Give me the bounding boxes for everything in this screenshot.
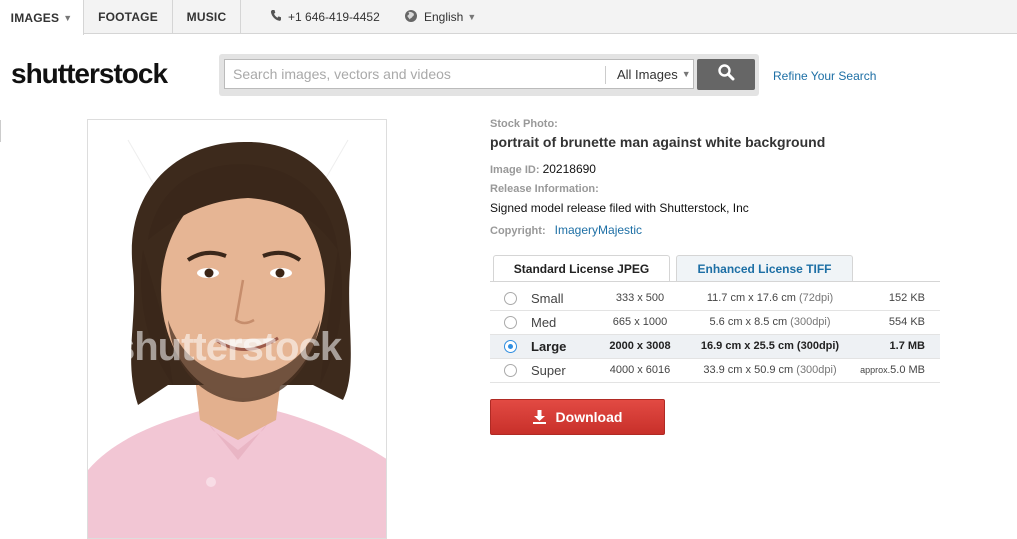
top-nav-bar: IMAGES ▼ FOOTAGE MUSIC +1 646-419-4452 E… [0,0,1017,35]
size-dimensions: 11.7 cm x 17.6 cm (72dpi) [695,292,845,304]
download-label: Download [555,409,623,425]
search-icon [717,63,735,86]
chevron-down-icon: ▼ [63,12,73,23]
category-dropdown[interactable]: All Images ▼ [617,60,691,88]
size-name: Super [531,363,566,378]
size-radio-selected[interactable] [504,340,517,353]
download-button[interactable]: Download [490,399,665,435]
size-name: Med [531,315,557,330]
release-info-text: Signed model release filed with Shutters… [490,201,749,215]
approx-label: approx. [860,365,891,375]
stock-photo[interactable]: shutterstock [87,119,387,539]
tab-enhanced-license[interactable]: Enhanced License TIFF [676,255,853,281]
search-field-container: All Images ▼ [224,59,694,89]
chevron-down-icon: ▼ [467,12,477,22]
image-id-label: Image ID: [490,164,540,176]
copyright-row: Copyright: ImageryMajestic [490,223,642,237]
size-dpi: (300dpi) [790,316,831,328]
size-pixels: 4000 x 6016 [609,364,671,376]
image-title: portrait of brunette man against white b… [490,134,826,150]
chevron-down-icon: ▼ [681,69,691,79]
download-icon [532,410,546,424]
size-cm: 11.7 cm x 17.6 cm [706,292,796,304]
search-input[interactable] [225,60,611,88]
language-label: English [424,10,464,24]
size-cm: 33.9 cm x 50.9 cm [703,364,794,376]
search-button[interactable] [697,59,755,90]
size-name: Small [531,291,564,306]
watermark-text: shutterstock [113,325,343,369]
size-pixels: 333 x 500 [615,292,665,304]
search-divider [605,66,606,84]
size-dpi: (72dpi) [798,292,834,304]
phone-number: +1 646-419-4452 [288,10,380,24]
size-name: Large [531,339,567,354]
size-dpi: (300dpi) [796,340,840,352]
size-filesize: 5.0 MB [890,364,925,376]
tab-images[interactable]: IMAGES ▼ [0,0,84,35]
size-filesize: 152 KB [888,292,925,304]
size-row-small[interactable]: Small 333 x 500 11.7 cm x 17.6 cm (72dpi… [490,287,940,311]
size-cm: 16.9 cm x 25.5 cm [700,340,794,352]
copyright-label: Copyright: [490,225,546,237]
left-edge-divider [0,120,1,142]
size-filesize: 554 KB [888,316,925,328]
stock-photo-label: Stock Photo: [490,118,558,130]
globe-icon [404,9,418,26]
size-filesize-approx: approx.5.0 MB [860,364,925,376]
portrait-illustration: shutterstock [88,139,386,538]
size-cm: 5.6 cm x 8.5 cm [709,316,788,328]
tab-standard-license[interactable]: Standard License JPEG [493,255,670,282]
phone-icon [270,9,282,25]
category-label: All Images [617,66,678,82]
tab-footage-label: FOOTAGE [98,10,158,24]
search-bar: All Images ▼ [219,54,759,96]
size-dimensions: 33.9 cm x 50.9 cm (300dpi) [695,364,845,376]
size-row-med[interactable]: Med 665 x 1000 5.6 cm x 8.5 cm (300dpi) … [490,311,940,335]
size-filesize: 1.7 MB [889,340,925,352]
language-selector[interactable]: English ▼ [404,0,476,34]
size-pixels: 2000 x 3008 [609,340,671,352]
size-dimensions: 5.6 cm x 8.5 cm (300dpi) [695,316,845,328]
license-tab-divider [490,281,940,282]
size-pixels: 665 x 1000 [612,316,668,328]
size-row-super[interactable]: Super 4000 x 6016 33.9 cm x 50.9 cm (300… [490,359,940,383]
phone-contact[interactable]: +1 646-419-4452 [270,0,380,34]
copyright-holder-link[interactable]: ImageryMajestic [555,223,642,237]
size-radio[interactable] [504,316,517,329]
shutterstock-logo[interactable]: shutterstock [11,58,168,90]
size-radio[interactable] [504,364,517,377]
size-row-large[interactable]: Large 2000 x 3008 16.9 cm x 25.5 cm (300… [490,335,940,359]
image-id-value: 20218690 [542,162,596,176]
release-info-label: Release Information: [490,183,599,195]
image-id-row: Image ID: 20218690 [490,162,596,176]
tab-music[interactable]: MUSIC [173,0,241,34]
tab-images-label: IMAGES [10,10,60,25]
size-dpi: (300dpi) [796,364,837,376]
size-radio[interactable] [504,292,517,305]
tab-footage[interactable]: FOOTAGE [84,0,173,34]
refine-search-link[interactable]: Refine Your Search [773,69,876,83]
size-dimensions: 16.9 cm x 25.5 cm (300dpi) [695,340,845,352]
tab-music-label: MUSIC [186,10,227,24]
